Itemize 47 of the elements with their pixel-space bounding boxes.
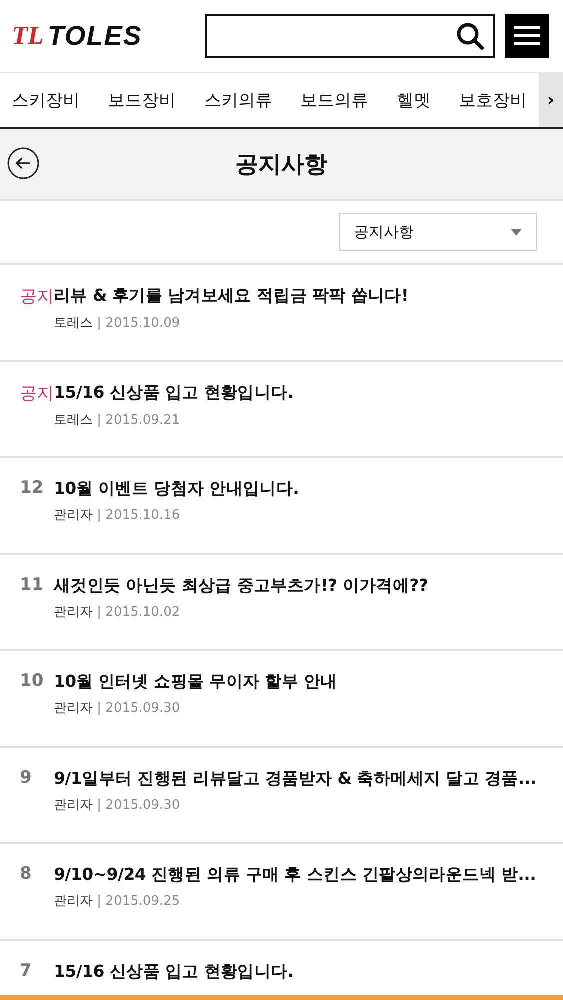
post-title: 9/1일부터 진행된 리뷰달고 경품받자 & 축하메세지 달고 경품... bbox=[54, 768, 538, 790]
category-tab[interactable]: 헬멧 bbox=[396, 88, 431, 112]
category-tab[interactable]: 보드의류 bbox=[300, 88, 369, 112]
post-title: 9/10~9/24 진행된 의류 구매 후 스킨스 긴팔상의라운드넥 받... bbox=[54, 864, 538, 886]
notice-label: 공지 bbox=[19, 286, 54, 308]
post-item[interactable]: 11 새것인듯 아닌듯 최상급 중고부츠가!? 이가격에?? 관리자 | 2015.10.02 bbox=[0, 554, 563, 651]
category-tab[interactable]: 스키장비 bbox=[12, 88, 80, 112]
post-item[interactable]: 10 10월 인터넷 쇼핑몰 무이자 할부 안내 관리자 | 2015.09.30 bbox=[0, 651, 563, 748]
post-title: 리뷰 & 후기를 남겨보세요 적립금 팍팍 쏩니다! bbox=[54, 285, 410, 307]
post-number: 8 bbox=[19, 864, 33, 886]
post-item[interactable]: 공지 리뷰 & 후기를 남겨보세요 적립금 팍팍 쏩니다! 토레스 | 2015.10.09 bbox=[0, 265, 563, 362]
post-meta: 관리자 | 2015.10.16 bbox=[54, 507, 182, 524]
category-tab[interactable]: 보드장비 bbox=[108, 88, 176, 112]
menu-icon bbox=[514, 25, 540, 47]
search-icon[interactable] bbox=[455, 21, 485, 51]
post-title: 10월 이벤트 당첨자 안내입니다. bbox=[54, 478, 300, 500]
post-meta: 관리자 | 2015.09.30 bbox=[54, 700, 182, 717]
post-number: 7 bbox=[19, 960, 33, 982]
menu-button[interactable] bbox=[505, 14, 549, 58]
notice-label: 공지 bbox=[19, 382, 54, 404]
post-title: 새것인듯 아닌듯 최상급 중고부츠가!? 이가격에?? bbox=[54, 574, 430, 596]
post-meta: 관리자 | 2015.09.25 bbox=[54, 893, 182, 910]
caret-icon bbox=[511, 228, 522, 236]
post-number: 12 bbox=[19, 478, 45, 500]
post-meta: 토레스 | 2015.10.09 bbox=[54, 315, 182, 332]
category-tab[interactable]: 보호장비 bbox=[458, 88, 527, 112]
category-tab[interactable]: 스키의류 bbox=[204, 88, 272, 112]
post-meta: 토레스 | 2015.09.21 bbox=[54, 412, 182, 428]
scroll-right-button[interactable]: › bbox=[539, 73, 563, 127]
search-field[interactable] bbox=[205, 14, 495, 58]
post-item[interactable]: 9 9/1일부터 진행된 리뷰달고 경품받자 & 축하메세지 달고 경품... 관리자 | 2015.09.30 bbox=[0, 748, 563, 844]
category-dropdown[interactable]: 공지사항 bbox=[339, 213, 537, 251]
post-title: 10월 인터넷 쇼핑몰 무이자 할부 안내 bbox=[54, 671, 338, 693]
post-meta: 관리자 | 2015.09.30 bbox=[54, 796, 182, 814]
post-item[interactable]: 공지 15/16 신상품 입고 현황입니다. 토레스 | 2015.09.21 bbox=[0, 362, 563, 458]
back-icon[interactable] bbox=[7, 147, 40, 180]
post-item[interactable]: 12 10월 이벤트 당첨자 안내입니다. 관리자 | 2015.10.16 bbox=[0, 458, 563, 554]
post-item[interactable]: 8 9/10~9/24 진행된 의류 구매 후 스킨스 긴팔상의라운드넥 받... 관리자 | 2015.09.25 bbox=[0, 844, 563, 940]
logo-text: TOLES bbox=[48, 20, 142, 52]
post-number: 11 bbox=[19, 574, 45, 596]
logo-mark: TL bbox=[12, 21, 44, 51]
page-title: 공지사항 bbox=[234, 150, 328, 180]
post-meta: 관리자 | 2015.10.02 bbox=[54, 604, 182, 620]
post-number: 9 bbox=[19, 768, 33, 790]
post-title: 15/16 신상품 입고 현황입니다. bbox=[54, 960, 295, 982]
post-number: 10 bbox=[19, 671, 45, 693]
post-title: 15/16 신상품 입고 현황입니다. bbox=[54, 382, 295, 404]
